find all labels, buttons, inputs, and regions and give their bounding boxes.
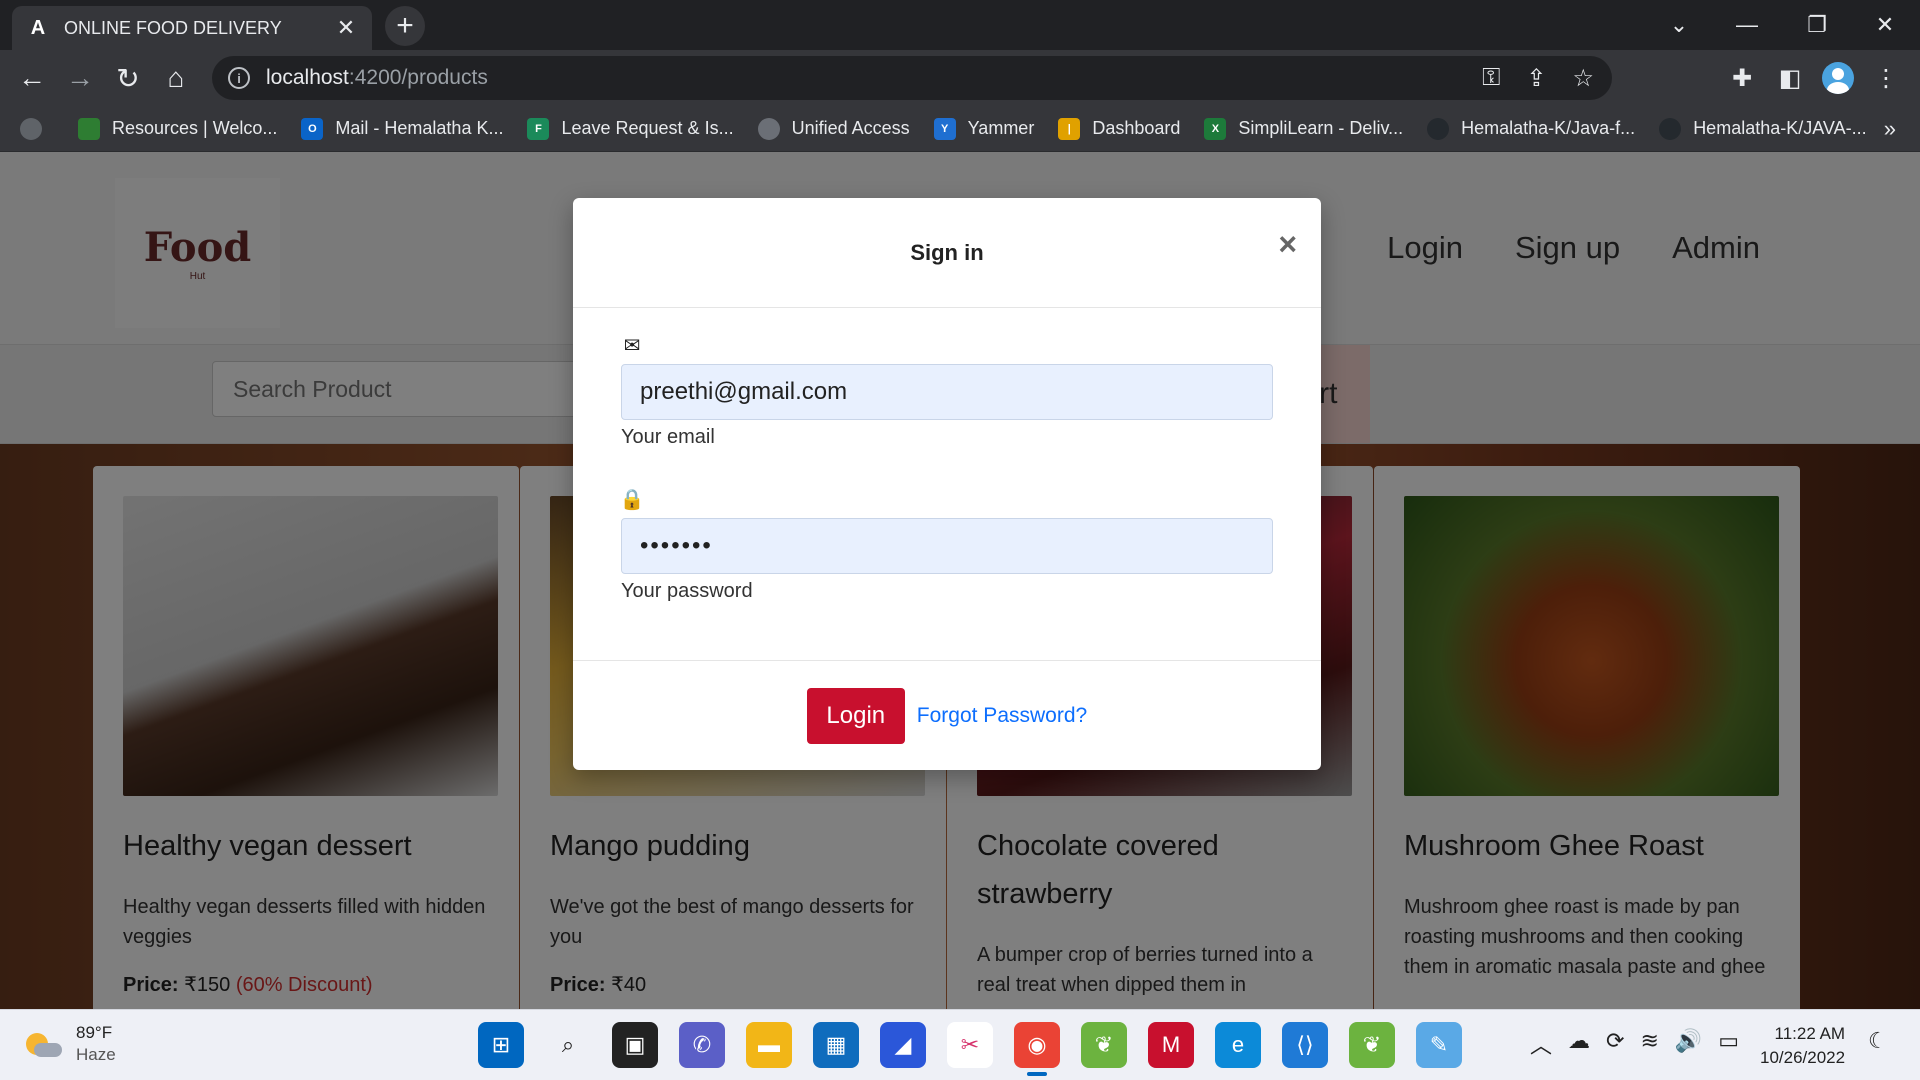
- bookmarks-overflow-icon[interactable]: »: [1884, 116, 1896, 142]
- clock[interactable]: 11:22 AM 10/26/2022: [1760, 1022, 1845, 1070]
- globe-icon: [757, 117, 780, 140]
- email-help-text: Your email: [621, 426, 715, 448]
- new-tab-button[interactable]: +: [385, 6, 425, 46]
- bookmark-item[interactable]: F Leave Request & Is...: [527, 117, 734, 140]
- password-field[interactable]: •••••••: [621, 518, 1273, 574]
- modal-footer: Login Forgot Password?: [573, 660, 1321, 770]
- modal-close-icon[interactable]: ×: [1278, 226, 1297, 263]
- bookmark-item[interactable]: | Dashboard: [1058, 117, 1180, 140]
- bookmark-item[interactable]: O Mail - Hemalatha K...: [301, 117, 503, 140]
- dashboard-icon: |: [1058, 117, 1081, 140]
- bookmark-item[interactable]: Unified Access: [757, 117, 910, 140]
- bookmark-item[interactable]: X SimpliLearn - Deliv...: [1204, 117, 1403, 140]
- bookmark-apps[interactable]: [20, 117, 54, 140]
- browser-tab[interactable]: A ONLINE FOOD DELIVERY ✕: [12, 6, 372, 50]
- password-help-text: Your password: [621, 580, 753, 602]
- modal-body: ✉ preethi@gmail.com Your email 🔒 •••••••…: [573, 308, 1321, 660]
- minimize-icon[interactable]: —: [1720, 6, 1774, 44]
- volume-icon[interactable]: 🔊: [1675, 1028, 1702, 1060]
- github-icon: [1659, 117, 1682, 140]
- extensions-puzzle-icon[interactable]: ✚: [1722, 58, 1762, 98]
- search-icon[interactable]: ⌕: [545, 1022, 591, 1068]
- key-icon[interactable]: ⚿: [1482, 64, 1500, 92]
- tab-title: ONLINE FOOD DELIVERY: [64, 17, 282, 38]
- modal-header: Sign in ×: [573, 198, 1321, 308]
- reload-icon[interactable]: ↻: [108, 58, 148, 98]
- kebab-menu-icon[interactable]: ⋮: [1866, 58, 1906, 98]
- angular-favicon-icon: A: [30, 16, 46, 39]
- chrome-icon[interactable]: ◉: [1014, 1022, 1060, 1076]
- forward-arrow-icon[interactable]: →: [60, 58, 100, 98]
- windows-taskbar: 89°F Haze ⊞ ⌕ ▣ ✆ ▬ ▦ ◢ ✂ ◉ ❦ M e ⟨⟩ ❦ ✎…: [0, 1009, 1920, 1080]
- sync-icon[interactable]: ⟳: [1606, 1028, 1624, 1060]
- login-button[interactable]: Login: [806, 687, 905, 744]
- bookmark-item[interactable]: Hemalatha-K/Java-f...: [1427, 117, 1635, 140]
- forms-icon: F: [527, 117, 550, 140]
- bookmark-item[interactable]: Resources | Welco...: [78, 117, 277, 140]
- spring-tool-icon[interactable]: ❦: [1081, 1022, 1127, 1068]
- task-view-icon[interactable]: ▣: [612, 1022, 658, 1068]
- file-explorer-icon[interactable]: ▬: [746, 1022, 792, 1068]
- bookmark-item[interactable]: Hemalatha-K/JAVA-...: [1659, 117, 1867, 140]
- side-panel-icon[interactable]: ◧: [1770, 58, 1810, 98]
- browser-toolbar: ← → ↻ ⌂ i localhost:4200/products ⚿ ⇪ ☆ …: [0, 50, 1920, 106]
- system-tray: ︿ ☁ ⟳ ≋ 🔊 ▭: [1530, 1028, 1739, 1060]
- outlook-icon: O: [301, 117, 324, 140]
- taskbar-apps: ⊞ ⌕ ▣ ✆ ▬ ▦ ◢ ✂ ◉ ❦ M e ⟨⟩ ❦ ✎: [478, 1022, 1462, 1076]
- tab-strip: A ONLINE FOOD DELIVERY ✕ + ⌄ — ❐ ✕: [0, 0, 1920, 50]
- moon-focus-icon[interactable]: ☾: [1868, 1028, 1888, 1054]
- bookmark-item[interactable]: Y Yammer: [933, 117, 1034, 140]
- weather-widget[interactable]: 89°F Haze: [24, 1022, 116, 1066]
- teams-chat-icon[interactable]: ✆: [679, 1022, 725, 1068]
- home-icon[interactable]: ⌂: [156, 58, 196, 98]
- tray-overflow-icon[interactable]: ︿: [1530, 1028, 1552, 1060]
- globe-icon: [20, 117, 42, 140]
- star-icon[interactable]: ☆: [1572, 64, 1594, 93]
- site-info-icon[interactable]: i: [228, 67, 250, 89]
- windows-start-icon[interactable]: ⊞: [478, 1022, 524, 1068]
- tab-search-chevron-icon[interactable]: ⌄: [1652, 6, 1706, 44]
- envelope-icon: ✉: [623, 334, 641, 357]
- profile-icon: [1822, 62, 1854, 94]
- lock-icon: 🔒: [619, 488, 645, 511]
- bookmark-favicon-icon: [78, 117, 100, 140]
- mcafee-icon[interactable]: M: [1148, 1022, 1194, 1068]
- profile-avatar[interactable]: [1818, 58, 1858, 98]
- bookmarks-bar: Resources | Welco... O Mail - Hemalatha K…: [0, 106, 1920, 152]
- email-field[interactable]: preethi@gmail.com: [621, 364, 1273, 420]
- spring-boot-icon[interactable]: ❦: [1349, 1022, 1395, 1068]
- battery-icon[interactable]: ▭: [1718, 1028, 1739, 1060]
- address-bar[interactable]: i localhost:4200/products ⚿ ⇪ ☆: [212, 56, 1612, 100]
- url-path: :4200/products: [348, 66, 488, 89]
- wifi-icon[interactable]: ≋: [1640, 1028, 1658, 1060]
- paint-icon[interactable]: ✎: [1416, 1022, 1462, 1068]
- powerautomate-icon[interactable]: ◢: [880, 1022, 926, 1068]
- snipping-tool-icon[interactable]: ✂: [947, 1022, 993, 1068]
- restore-icon[interactable]: ❐: [1790, 6, 1844, 44]
- back-arrow-icon[interactable]: ←: [12, 58, 52, 98]
- forgot-password-link[interactable]: Forgot Password?: [917, 704, 1087, 728]
- vscode-icon[interactable]: ⟨⟩: [1282, 1022, 1328, 1068]
- onedrive-icon[interactable]: ☁: [1568, 1028, 1590, 1060]
- haze-weather-icon: [24, 1029, 64, 1059]
- modal-title: Sign in: [910, 239, 984, 265]
- edge-icon[interactable]: e: [1215, 1022, 1261, 1068]
- window-close-icon[interactable]: ✕: [1858, 6, 1912, 44]
- share-icon[interactable]: ⇪: [1526, 64, 1546, 93]
- tab-close-icon[interactable]: ✕: [334, 15, 358, 41]
- microsoft-store-icon[interactable]: ▦: [813, 1022, 859, 1068]
- github-icon: [1427, 117, 1450, 140]
- excel-icon: X: [1204, 117, 1227, 140]
- sign-in-modal: Sign in × ✉ preethi@gmail.com Your email…: [573, 198, 1321, 770]
- url-host: localhost: [266, 66, 349, 89]
- yammer-icon: Y: [933, 117, 956, 140]
